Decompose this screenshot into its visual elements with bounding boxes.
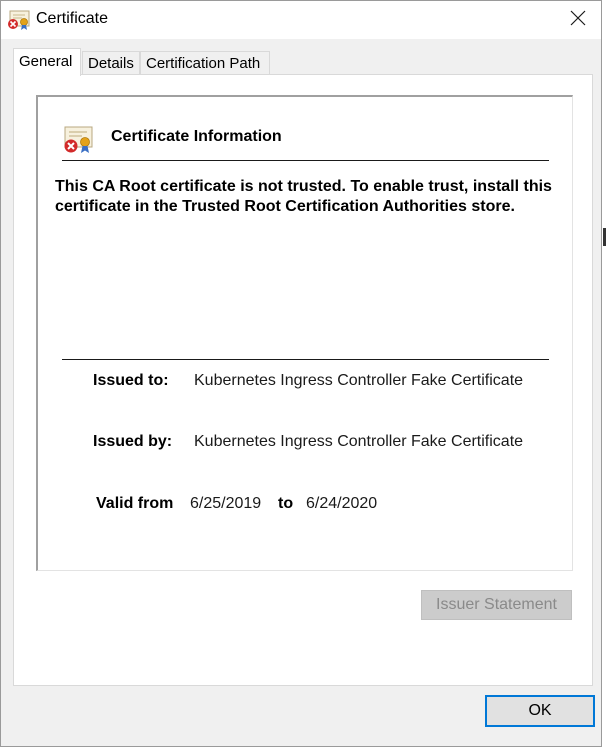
valid-to-value: 6/24/2020 <box>306 495 378 512</box>
valid-from-value: 6/25/2019 <box>190 495 262 512</box>
certificate-error-icon <box>62 125 94 155</box>
tab-certification-path[interactable]: Certification Path <box>140 51 270 75</box>
trust-warning-message: This CA Root certificate is not trusted.… <box>55 178 552 215</box>
issued-by-value: Kubernetes Ingress Controller Fake Certi… <box>194 433 524 450</box>
ok-button[interactable]: OK <box>485 695 595 727</box>
tab-general[interactable]: General <box>13 48 81 76</box>
info-heading: Certificate Information <box>111 128 282 145</box>
issued-to-label: Issued to: <box>93 372 169 389</box>
certificate-dialog: Certificate General Details Certificatio… <box>0 0 602 747</box>
title-bar[interactable]: Certificate <box>1 1 601 39</box>
tab-details[interactable]: Details <box>82 51 140 75</box>
certificate-error-icon <box>7 9 31 31</box>
certificate-info-box: Certificate Information This CA Root cer… <box>36 95 573 571</box>
valid-to-label: to <box>278 495 294 512</box>
close-icon <box>570 10 586 31</box>
valid-from-label: Valid from <box>96 495 174 512</box>
issued-by-label: Issued by: <box>93 433 173 450</box>
heading-divider <box>62 160 549 161</box>
issuer-statement-button[interactable]: Issuer Statement <box>421 590 572 620</box>
window-title: Certificate <box>36 10 109 27</box>
details-divider <box>62 359 549 360</box>
close-button[interactable] <box>554 1 601 39</box>
issued-to-value: Kubernetes Ingress Controller Fake Certi… <box>194 372 524 389</box>
background-edge <box>602 0 606 749</box>
